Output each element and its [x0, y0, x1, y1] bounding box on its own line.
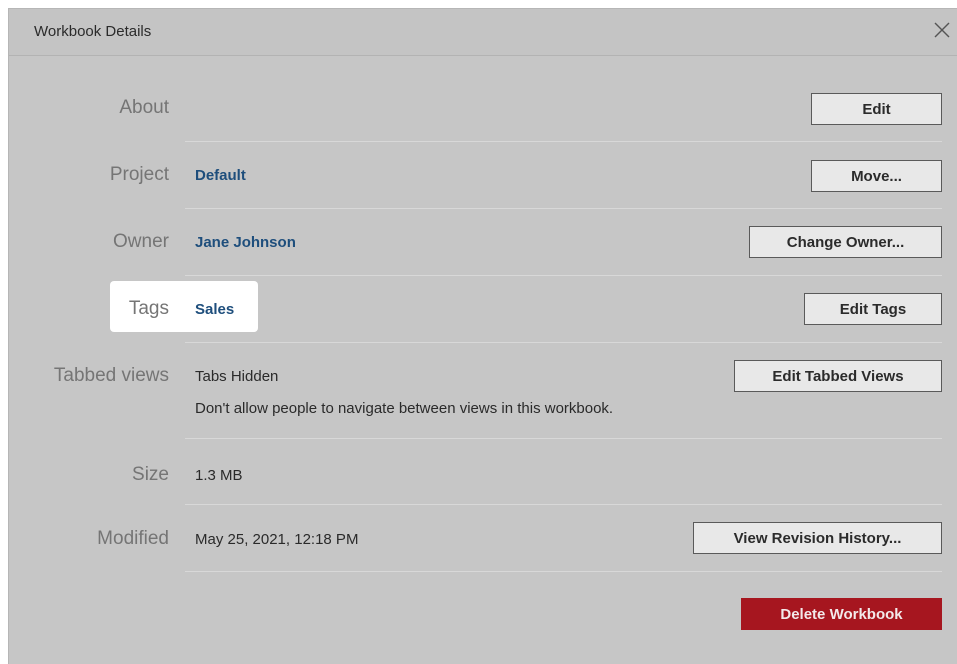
project-label: Project [109, 164, 169, 185]
divider [185, 504, 942, 505]
size-value: 1.3 MB [195, 467, 243, 484]
edit-tabbed-views-button[interactable]: Edit Tabbed Views [734, 360, 942, 392]
tabbed-views-label: Tabbed views [53, 365, 169, 386]
tags-label: Tags [128, 298, 169, 319]
size-label: Size [132, 464, 169, 485]
dialog-title-bar: Workbook Details [9, 9, 957, 56]
edit-tags-button[interactable]: Edit Tags [804, 293, 942, 325]
tabbed-views-description: Don't allow people to navigate between v… [195, 400, 614, 417]
delete-workbook-button[interactable]: Delete Workbook [741, 598, 942, 630]
divider [185, 141, 942, 142]
divider [185, 275, 942, 276]
modified-label: Modified [97, 528, 169, 549]
modified-value: May 25, 2021, 12:18 PM [195, 531, 359, 548]
edit-about-button[interactable]: Edit [811, 93, 942, 125]
about-label: About [119, 97, 169, 118]
move-button[interactable]: Move... [811, 160, 942, 192]
divider [185, 208, 942, 209]
project-link[interactable]: Default [195, 167, 246, 184]
view-revision-history-button[interactable]: View Revision History... [693, 522, 942, 554]
owner-label: Owner [113, 231, 169, 252]
close-icon[interactable] [931, 19, 953, 41]
workbook-details-dialog: Workbook Details About Edit Project Defa… [8, 8, 957, 664]
tabbed-views-status: Tabs Hidden [195, 368, 279, 385]
divider [185, 342, 942, 343]
dialog-title: Workbook Details [34, 23, 152, 40]
owner-link[interactable]: Jane Johnson [195, 234, 296, 251]
change-owner-button[interactable]: Change Owner... [749, 226, 942, 258]
divider [185, 571, 942, 572]
tags-link-sales[interactable]: Sales [195, 301, 234, 318]
divider [185, 438, 942, 439]
